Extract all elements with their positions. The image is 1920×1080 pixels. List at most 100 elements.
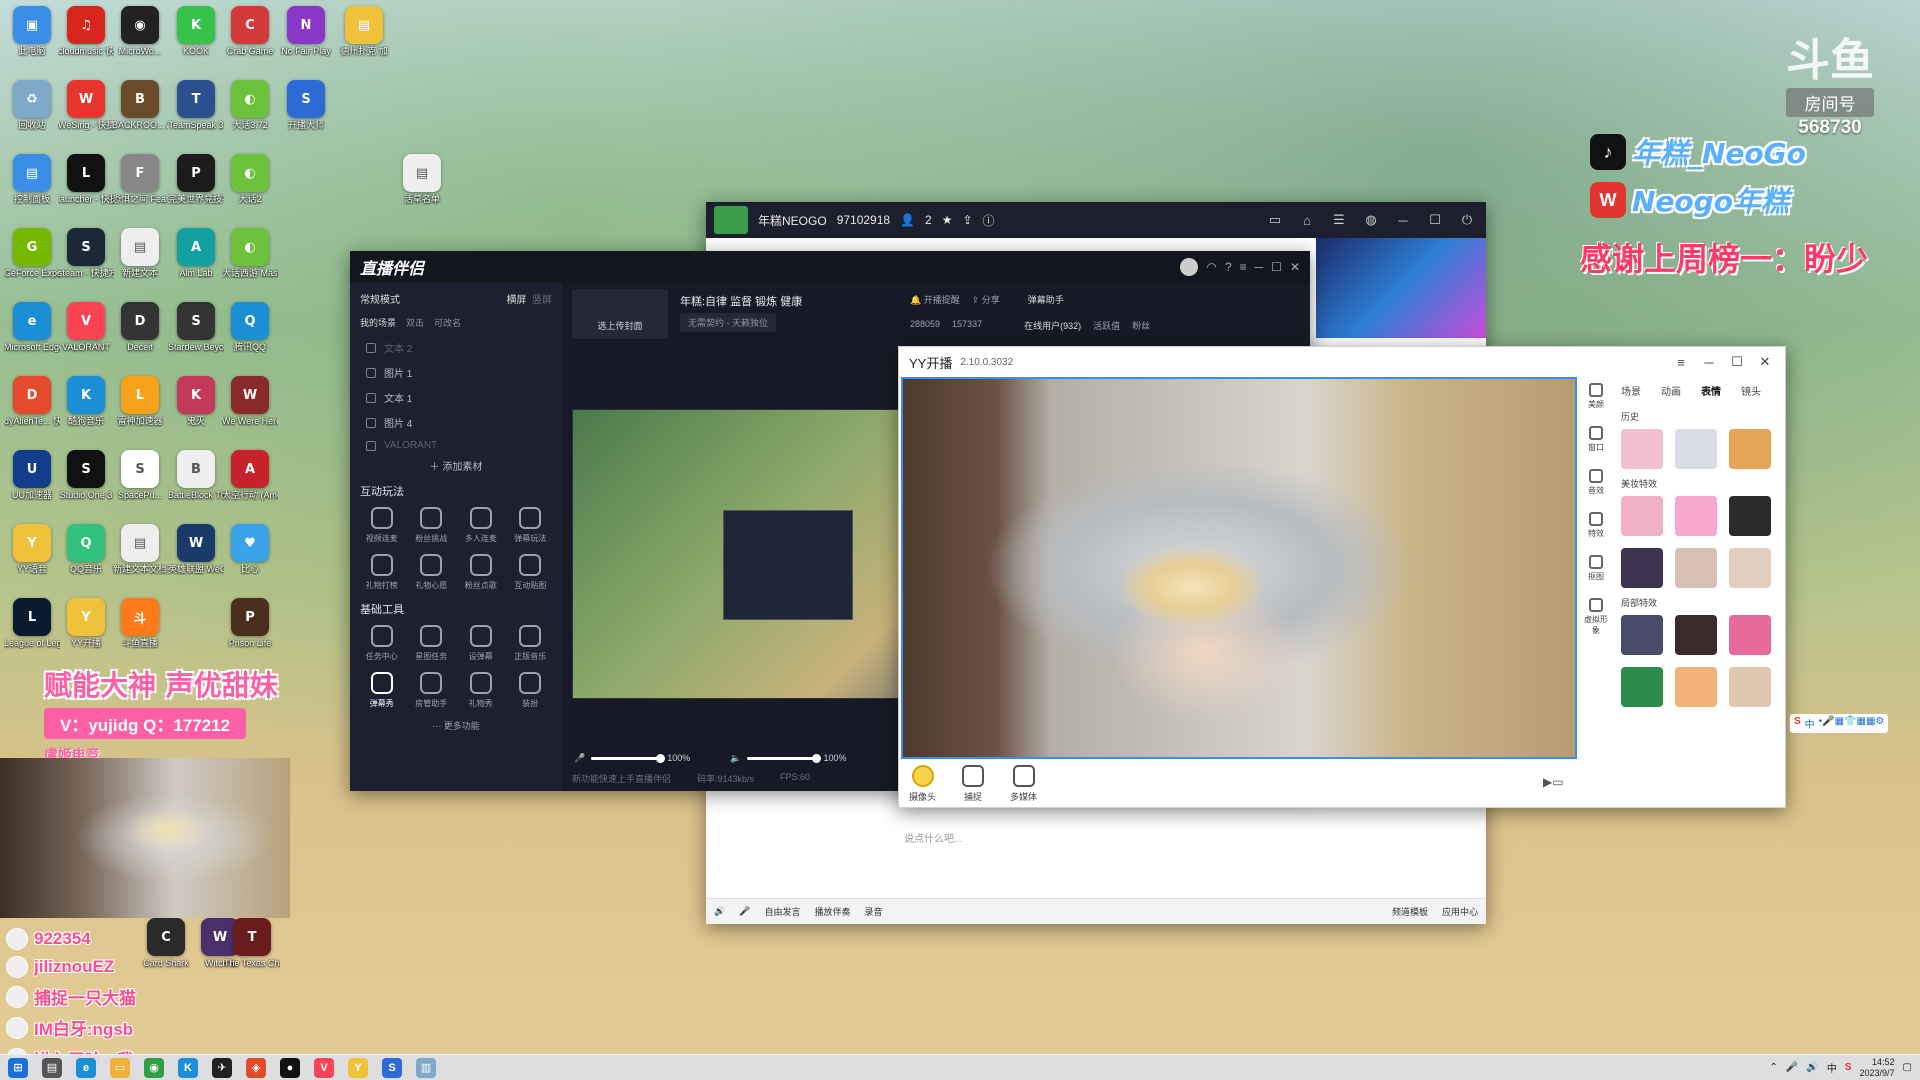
chrome-icon[interactable]: ◉ [144,1057,164,1078]
tool-button[interactable]: 任务中心 [360,625,404,662]
scene-item[interactable]: 图片 1 [360,360,552,385]
desktop-icon[interactable]: S Stardew Beyond... [168,302,224,353]
desktop-icon[interactable]: W 英雄联盟 WeGame版 [168,524,224,575]
minimize-icon[interactable]: ─ [1392,213,1414,228]
side-tool[interactable]: 抠图 [1581,555,1611,582]
effect-thumb[interactable] [1729,667,1771,707]
danmaku-assistant[interactable]: 弹幕助手 [1028,293,1064,306]
maximize-icon[interactable]: ☐ [1424,212,1446,228]
remind-button[interactable]: 🔔 开播提醒 [910,293,960,306]
upload-cover-button[interactable]: 选上传封面 [572,289,668,339]
stream-title[interactable]: 年糕:自律 监督 锻炼 健康 [680,293,802,309]
effect-thumb[interactable] [1621,496,1663,536]
desktop-icon[interactable]: D Deceit [112,302,168,353]
more-functions-button[interactable]: ··· 更多功能 [360,719,552,732]
effect-thumb[interactable] [1729,496,1771,536]
yy-icon[interactable]: Y [348,1057,368,1078]
effect-thumb[interactable] [1729,429,1771,469]
scene-checkbox[interactable] [366,392,376,403]
share-icon[interactable]: ⇪ [962,213,972,227]
desktop-icon[interactable]: ▣ 此电脑 [4,6,60,57]
share-button[interactable]: ⇪ 分享 [972,293,1000,306]
desktop-icon[interactable]: ◐ 大话3.72 [222,80,278,131]
desktop-icon[interactable]: ▤ 控制面板 [4,154,60,205]
obs-icon[interactable]: ● [280,1057,300,1078]
effect-thumb[interactable] [1675,496,1717,536]
minimize-icon[interactable]: ─ [1699,355,1719,370]
desktop-icon[interactable]: ◉ MicroWo... [112,6,168,57]
ime-toolbar[interactable]: S 中 •🎤▦👕▦▦⚙ [1790,714,1889,733]
clock[interactable]: 14:52 2023/9/7 [1860,1057,1895,1079]
kugou-icon[interactable]: K [178,1057,198,1078]
side-tool[interactable]: 虚拟形象 [1581,598,1611,636]
mode-portrait[interactable]: 竖屏 [532,295,552,306]
scene-checkbox[interactable] [366,440,376,451]
desktop-icon[interactable]: L League of Legends [4,598,60,649]
screen-icon[interactable]: ▭ [1264,212,1286,228]
effects-tab[interactable]: 表情 [1701,383,1721,398]
desktop-icon[interactable]: K KOOK [168,6,224,57]
valorant-icon[interactable]: V [314,1057,334,1078]
video-camera-icon[interactable]: ▶▭ [1543,775,1564,789]
mic-slider[interactable] [591,754,666,764]
effect-thumb[interactable] [1621,667,1663,707]
desktop-icon[interactable]: 斗斗鱼直播 [112,598,168,649]
scene-item[interactable]: VALORANT [360,435,552,456]
effect-thumb[interactable] [1621,548,1663,588]
desktop-icon[interactable]: DdyAlienTe... 快捷方式 [4,376,60,427]
desktop-icon[interactable]: F 恐惧之间 Fear sur... [112,154,168,205]
yy-kaibo-window[interactable]: YY开播 2.10.0.3032 ≡ ─ ☐ ✕ 摄像头 捕捉 多媒体 ▶▭ 美… [898,346,1786,808]
effect-thumb[interactable] [1729,615,1771,655]
effect-thumb[interactable] [1675,667,1717,707]
desktop-icon[interactable]: T TeamSpeak 3 [168,80,224,131]
desktop-icon[interactable]: ▤ 新建文本文档 [112,524,168,575]
headset-icon[interactable]: ◠ [1206,260,1216,274]
desktop-icon[interactable]: P Prison Life [222,598,278,649]
desktop-icon[interactable]: Q QQ音乐 [58,524,114,575]
side-tool[interactable]: 窗口 [1581,426,1611,453]
desktop-icon[interactable]: ♻ 回收站 [4,80,60,131]
effect-thumb[interactable] [1729,548,1771,588]
desktop-icon[interactable]: Ssteam - 快捷方式 [58,228,114,279]
tool-button[interactable]: 弹幕玩法 [509,507,553,544]
maximize-icon[interactable]: ☐ [1271,260,1282,274]
desktop-icon[interactable]: A Aim Lab [168,228,224,279]
effect-thumb[interactable] [1675,615,1717,655]
desktop-icon[interactable]: ♫ cloudmusic 快捷方式 [58,6,114,57]
capture-tool[interactable]: 捕捉 [962,765,985,803]
effect-thumb[interactable] [1675,548,1717,588]
desktop-icon[interactable]: ▤ 活草名单 [394,154,450,205]
tool-button[interactable]: 多人连麦 [459,507,503,544]
tool-button[interactable]: 弹幕秀 [360,672,404,709]
menu-icon[interactable]: ≡ [1240,260,1247,274]
activity-tab[interactable]: 活跃值 [1093,319,1120,332]
tray-mic-icon[interactable]: 🎤 [1786,1062,1798,1073]
tool-button[interactable]: 正版音乐 [509,625,553,662]
effects-tab[interactable]: 镜头 [1741,383,1761,398]
scene-tab-0[interactable]: 我的场景 [360,316,396,329]
desktop-icon[interactable]: V VALORANT [58,302,114,353]
desktop-icon[interactable]: S SpacePu... [112,450,168,501]
home-icon[interactable]: ⌂ [1296,213,1318,228]
bottom-item-0[interactable]: 自由发言 [764,905,800,918]
edge-icon[interactable]: e [76,1057,96,1078]
scene-checkbox[interactable] [366,367,376,378]
tool-button[interactable]: 房管助手 [410,672,454,709]
tray-volume-icon[interactable]: 🔊 [1806,1062,1818,1073]
scene-checkbox[interactable] [366,342,376,353]
desktop-icon[interactable]: P 完美世界竞技平台 [168,154,224,205]
desktop-icon[interactable]: e Microsoft Edge [4,302,60,353]
close-icon[interactable]: ✕ [1755,354,1775,370]
desktop-icon[interactable]: Y YY语音 [4,524,60,575]
desktop-icon[interactable]: W WeSing - 快捷方式 [58,80,114,131]
app7-icon[interactable]: ◈ [246,1057,266,1078]
media-tool[interactable]: 多媒体 [1010,765,1037,803]
star-icon[interactable]: ★ [942,213,953,227]
effect-thumb[interactable] [1675,429,1717,469]
mic-icon[interactable]: 🎤 [574,753,585,763]
close-icon[interactable]: ✕ [1290,260,1300,274]
app11-icon[interactable]: S [382,1057,402,1078]
user-avatar[interactable] [1180,258,1199,276]
start-icon[interactable]: ⊞ [8,1057,28,1078]
fan-tab[interactable]: 粉丝 [1132,319,1150,332]
